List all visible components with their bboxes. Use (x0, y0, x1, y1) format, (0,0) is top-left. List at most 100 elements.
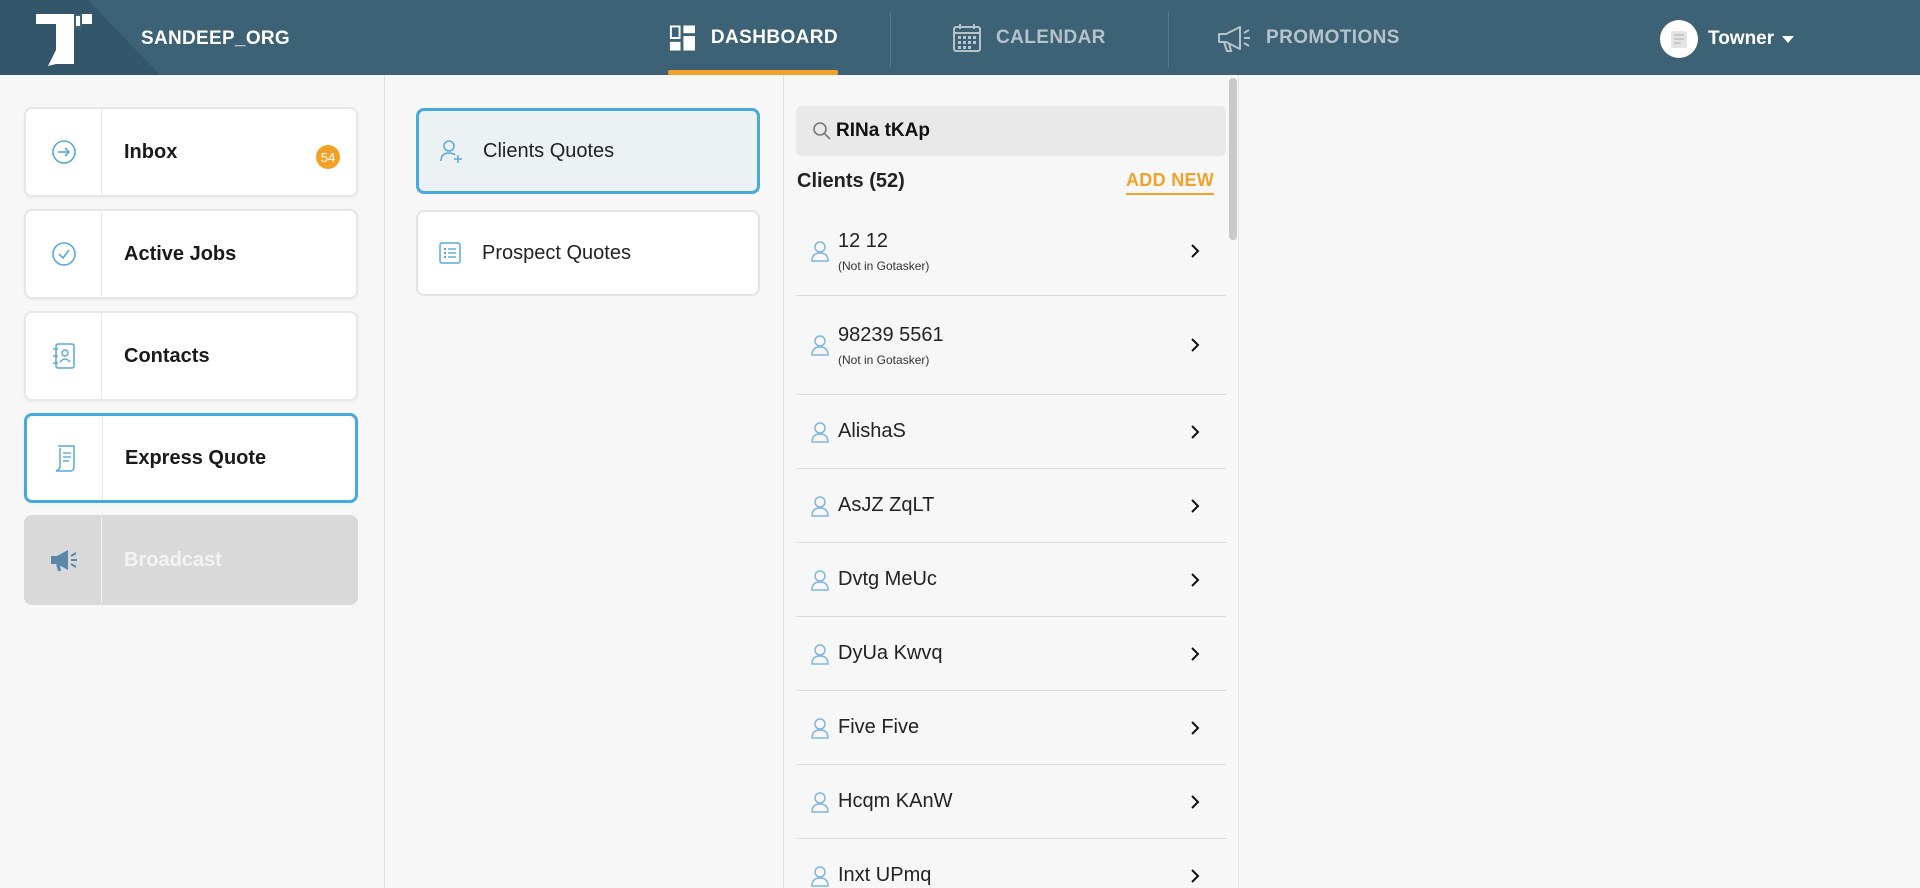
client-search-box[interactable] (796, 106, 1226, 156)
person-icon (811, 241, 829, 262)
column-divider (1238, 75, 1239, 888)
nav-divider (1168, 12, 1169, 67)
side-icon-wrap (26, 517, 102, 603)
side-icon-wrap (26, 313, 102, 399)
sidebar-item-label: Inbox (124, 140, 178, 163)
chevron-right-icon (1191, 572, 1200, 587)
prospect-quotes-button[interactable]: Prospect Quotes (416, 210, 760, 296)
sidebar-item-active-jobs[interactable]: Active Jobs (24, 209, 358, 299)
search-icon (813, 122, 831, 140)
user-menu[interactable]: Towner (1660, 20, 1795, 58)
add-person-icon (440, 140, 462, 163)
list-icon (439, 242, 461, 264)
check-circle-icon (51, 242, 76, 266)
client-name: Inxt UPmq (838, 864, 932, 886)
sidebar-item-label: Active Jobs (124, 242, 237, 265)
column-divider (384, 75, 385, 888)
quote-item-label: Clients Quotes (483, 139, 615, 162)
person-icon (811, 791, 829, 813)
clients-count-heading: Clients (52) (797, 170, 905, 192)
side-icon-wrap (26, 109, 102, 195)
nav-dashboard-label: DASHBOARD (710, 26, 838, 48)
person-icon (811, 569, 829, 591)
scroll-icon (55, 445, 75, 472)
person-icon (811, 495, 829, 517)
client-text: 12 12 (Not in Gotasker) (838, 230, 929, 273)
client-name: Five Five (838, 716, 920, 738)
client-row[interactable]: Dvtg MeUc (796, 543, 1226, 617)
nav-dashboard[interactable]: DASHBOARD (668, 0, 838, 75)
search-input[interactable] (836, 120, 1216, 142)
chevron-right-icon (1191, 646, 1200, 661)
client-list-scrollbar[interactable] (1229, 78, 1237, 240)
sidebar-item-label: Express Quote (125, 446, 267, 469)
chevron-right-icon (1191, 498, 1200, 513)
arrow-circle-icon (51, 140, 76, 164)
chevron-down-icon (1782, 35, 1795, 43)
org-name: SANDEEP_ORG (141, 28, 291, 49)
side-icon-wrap (27, 416, 103, 500)
column-divider (783, 75, 784, 888)
quote-item-label: Prospect Quotes (482, 241, 631, 264)
nav-promotions[interactable]: PROMOTIONS (1216, 0, 1400, 75)
megaphone-icon (1218, 25, 1250, 52)
sidebar-item-express-quote[interactable]: Express Quote (24, 413, 358, 503)
person-icon (811, 717, 829, 739)
clients-quotes-button[interactable]: Clients Quotes (416, 108, 760, 194)
client-name: AlishaS (838, 420, 906, 442)
person-icon (811, 335, 829, 356)
active-tab-indicator (668, 70, 838, 75)
client-row[interactable]: Hcqm KAnW (796, 765, 1226, 839)
nav-calendar[interactable]: CALENDAR (952, 0, 1106, 75)
client-text: 98239 5561 (Not in Gotasker) (838, 324, 944, 367)
person-icon (811, 865, 829, 887)
person-icon (811, 643, 829, 665)
chevron-right-icon (1191, 424, 1200, 439)
client-text: AlishaS (838, 420, 906, 443)
dashboard-icon (669, 24, 695, 51)
client-name: Dvtg MeUc (838, 568, 937, 590)
client-status: (Not in Gotasker) (838, 352, 930, 367)
client-name: 12 12 (838, 229, 889, 252)
chevron-right-icon (1191, 794, 1200, 809)
chevron-right-icon (1191, 338, 1200, 352)
client-row[interactable]: Inxt UPmq (796, 839, 1226, 888)
address-book-icon (52, 343, 75, 369)
chevron-right-icon (1191, 244, 1200, 258)
client-row[interactable]: 98239 5561 (Not in Gotasker) (796, 296, 1226, 395)
avatar (1660, 20, 1698, 58)
client-row[interactable]: AlishaS (796, 395, 1226, 469)
add-new-client-button[interactable]: ADD NEW (1126, 170, 1215, 195)
client-text: Five Five (838, 716, 919, 739)
sidebar-item-broadcast: Broadcast (24, 515, 358, 605)
calendar-icon (953, 23, 981, 52)
client-text: Dvtg MeUc (838, 568, 937, 591)
client-row[interactable]: Five Five (796, 691, 1226, 765)
client-text: Hcqm KAnW (838, 790, 952, 813)
sidebar-item-label: Broadcast (124, 548, 222, 571)
person-icon (811, 421, 829, 443)
profile-card-icon (1671, 31, 1687, 48)
client-row[interactable]: 12 12 (Not in Gotasker) (796, 207, 1226, 296)
client-name: DyUa Kwvq (838, 642, 943, 664)
nav-divider (890, 12, 891, 67)
side-icon-wrap (26, 211, 102, 297)
client-status: (Not in Gotasker) (838, 258, 930, 273)
client-row[interactable]: DyUa Kwvq (796, 617, 1226, 691)
client-text: AsJZ ZqLT (838, 494, 934, 517)
chevron-right-icon (1191, 868, 1200, 883)
nav-promotions-label: PROMOTIONS (1266, 26, 1400, 48)
client-name: Hcqm KAnW (838, 790, 953, 812)
app-logo-icon[interactable] (34, 10, 94, 66)
client-name: AsJZ ZqLT (838, 494, 935, 516)
chevron-right-icon (1191, 720, 1200, 735)
sidebar-item-contacts[interactable]: Contacts (24, 311, 358, 401)
inbox-count-badge: 54 (316, 145, 340, 169)
sidebar-item-label: Contacts (124, 344, 210, 367)
nav-calendar-label: CALENDAR (996, 26, 1106, 48)
client-name: 98239 5561 (838, 323, 944, 346)
user-name: Towner (1708, 28, 1775, 49)
megaphone-icon (50, 550, 77, 571)
sidebar-item-inbox[interactable]: Inbox 54 (24, 107, 358, 197)
client-row[interactable]: AsJZ ZqLT (796, 469, 1226, 543)
